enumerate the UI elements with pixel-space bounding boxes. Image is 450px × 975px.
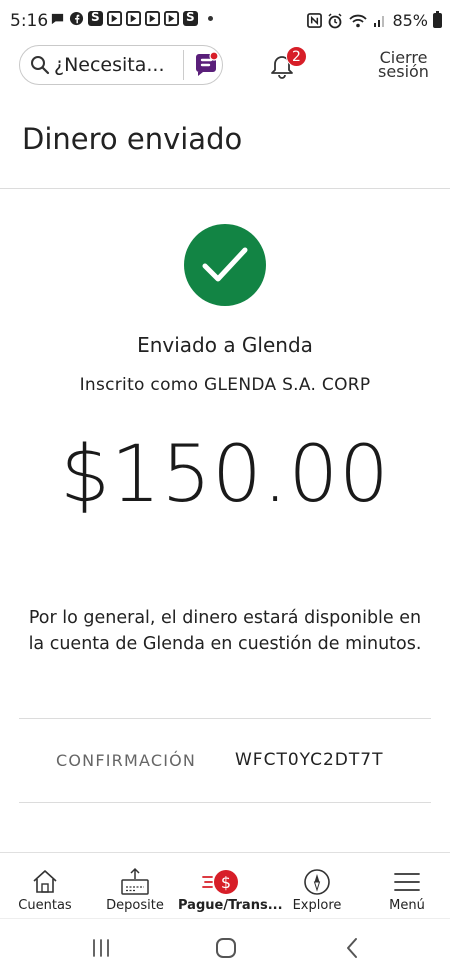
system-status-icons: 85% <box>307 11 442 30</box>
search-icon <box>31 56 50 75</box>
status-bar: 5:16 85% <box>0 0 450 40</box>
app-d-icon <box>145 11 160 26</box>
recent-apps-icon[interactable] <box>88 935 114 961</box>
confirmation-code: WFCT0YC2DT7T <box>235 750 384 770</box>
nav-label-accounts: Cuentas <box>18 898 72 913</box>
app-header: ¿Necesita... 2 Cierre sesión <box>0 40 450 96</box>
wifi-icon <box>349 14 368 27</box>
divider <box>19 718 431 719</box>
confirmation-label: CONFIRMACIÓN <box>56 751 197 770</box>
nav-item-accounts[interactable]: Cuentas <box>0 853 90 919</box>
nav-item-pay-transfer[interactable]: $ Pague/Trans... <box>178 853 283 919</box>
app-s-icon <box>183 10 198 26</box>
recipient-heading: Enviado a Glenda <box>137 333 313 357</box>
deposit-icon <box>121 867 149 895</box>
search-input[interactable]: ¿Necesita... <box>54 54 179 76</box>
battery-percent: 85% <box>392 11 428 30</box>
back-icon[interactable] <box>340 935 366 961</box>
notifications-button[interactable]: 2 <box>268 46 307 83</box>
app-d-icon <box>164 11 179 26</box>
nav-label-pay-transfer: Pague/Trans... <box>178 898 283 913</box>
success-checkmark <box>184 224 266 306</box>
pay-transfer-icon: $ <box>202 870 238 894</box>
amount-sent: $150.00 <box>60 430 390 520</box>
nav-label-deposit: Deposite <box>106 898 164 913</box>
app-d-icon <box>126 11 141 26</box>
signout-button[interactable]: Cierre sesión <box>376 50 431 81</box>
nav-label-menu: Menú <box>389 898 425 913</box>
notification-badge: 2 <box>286 46 307 67</box>
nav-label-explore: Explore <box>292 898 342 913</box>
divider <box>19 802 431 803</box>
title-divider <box>0 188 450 189</box>
home-icon <box>33 870 57 893</box>
nfc-icon <box>307 13 323 28</box>
signout-label-line2: sesión <box>378 62 429 81</box>
bottom-nav: Cuentas Deposite $ Pague/Trans... Explor… <box>0 852 450 918</box>
nav-item-deposit[interactable]: Deposite <box>90 853 180 919</box>
status-time: 5:16 <box>10 11 49 31</box>
assistant-icon[interactable] <box>192 51 220 79</box>
app-s-icon <box>88 10 103 26</box>
messages-icon <box>51 13 64 25</box>
nav-item-menu[interactable]: Menú <box>362 853 450 919</box>
more-notifications-dot <box>208 16 213 21</box>
page-title: Dinero enviado <box>22 122 243 156</box>
search-divider <box>183 50 184 80</box>
home-button-icon[interactable] <box>213 935 239 961</box>
checkmark-icon <box>202 247 248 282</box>
search-bar[interactable]: ¿Necesita... <box>19 45 223 85</box>
recipient-enrolled-name: Inscrito como GLENDA S.A. CORP <box>79 375 371 395</box>
facebook-icon <box>69 11 84 26</box>
compass-icon <box>304 869 330 895</box>
availability-message: Por lo general, el dinero estará disponi… <box>28 608 422 654</box>
alarm-icon <box>328 12 342 28</box>
hamburger-menu-icon <box>394 873 420 891</box>
signal-icon <box>374 16 385 27</box>
nav-item-explore[interactable]: Explore <box>272 853 362 919</box>
system-nav-bar <box>0 918 450 975</box>
battery-icon <box>433 11 442 28</box>
notification-icons <box>50 10 213 26</box>
svg-text:$: $ <box>221 873 231 892</box>
app-d-icon <box>107 11 122 26</box>
